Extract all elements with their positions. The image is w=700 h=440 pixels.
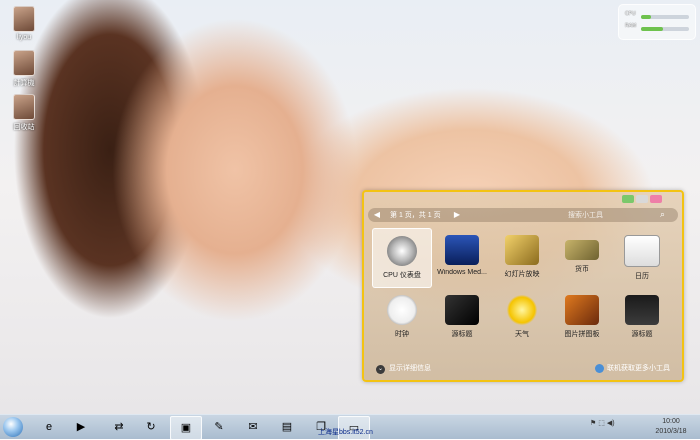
recycle-bin-icon [13, 94, 35, 120]
gallery-footer: ⌄ 显示详细信息 联机获取更多小工具 [370, 360, 676, 376]
previous-page-icon[interactable]: ◀ [372, 210, 382, 220]
gallery-mini-green[interactable] [622, 195, 634, 203]
gadget-gallery-window: ◀ 第 1 页，共 1 页 ▶ 搜索小工具 ⌕ CPU 仪表盘 Windows … [362, 190, 684, 382]
desktop-icon-user[interactable]: liyou [6, 6, 42, 41]
gadget-item[interactable]: 源标题 [432, 288, 492, 348]
cpu-meter-gadget[interactable]: CPU RAM [618, 4, 696, 40]
calendar-icon [624, 235, 660, 267]
gallery-mini-gray[interactable] [636, 195, 648, 203]
show-details-toggle[interactable]: ⌄ 显示详细信息 [376, 363, 431, 374]
network-icon[interactable]: ⇄ [104, 416, 134, 438]
gallery-nav-bar: ◀ 第 1 页，共 1 页 ▶ 搜索小工具 ⌕ [368, 208, 678, 222]
gadget-item[interactable]: 时钟 [372, 288, 432, 348]
headlines-icon [625, 295, 659, 325]
gadget-grid: CPU 仪表盘 Windows Med... 幻灯片放映 货币 日历 时钟 源标… [372, 228, 672, 348]
ram-label: RAM [625, 23, 637, 29]
desktop-icon-label: liyou [16, 34, 32, 41]
globe-icon [595, 363, 604, 373]
slideshow-icon [505, 235, 539, 265]
desktop-icon-label: 回收站 [13, 124, 35, 131]
computer-icon [13, 50, 35, 76]
cpu-gauge-icon [387, 236, 417, 266]
flag-icon[interactable]: ⚑ [590, 420, 596, 427]
volume-icon[interactable]: ◀) [607, 420, 615, 427]
gadget-item[interactable]: 日历 [612, 228, 672, 288]
gadget-item[interactable]: 幻灯片放映 [492, 228, 552, 288]
media-center-icon [445, 235, 479, 265]
gadget-label: 图片拼图板 [564, 331, 600, 338]
gadget-label: 源标题 [451, 331, 473, 338]
gadget-item[interactable]: 天气 [492, 288, 552, 348]
gallery-icon[interactable]: ▤ [272, 416, 302, 438]
desktop-icon-label: 計算機 [13, 80, 35, 87]
gadget-label: CPU 仪表盘 [383, 272, 421, 279]
gadget-label: 货币 [575, 266, 589, 273]
taskbar-watermark: 上海星bbs.it52.cn [318, 429, 373, 436]
weather-icon [507, 295, 537, 325]
gadget-item[interactable]: 源标题 [612, 288, 672, 348]
gadget-label: 源标题 [631, 331, 653, 338]
next-page-icon[interactable]: ▶ [452, 210, 462, 220]
gadget-label: Windows Med... [437, 269, 487, 276]
desktop-icon-recycle-bin[interactable]: 回收站 [6, 94, 42, 132]
ie-icon[interactable]: e [34, 416, 64, 438]
gadget-label: 幻灯片放映 [504, 271, 540, 278]
network-tray-icon[interactable]: ⬚ [598, 420, 605, 427]
refresh-icon[interactable]: ↻ [136, 416, 166, 438]
feed-headlines-icon [445, 295, 479, 325]
user-folder-icon [13, 6, 35, 32]
online-label: 联机获取更多小工具 [607, 365, 670, 372]
gadget-label: 天气 [515, 331, 529, 338]
chevron-down-icon: ⌄ [376, 365, 385, 374]
search-icon[interactable]: ⌕ [660, 209, 665, 220]
taskbar: e ▶ ⇄ ↻ ▣ ✎ ✉ ▤ ❐ ▭ 上海星bbs.it52.cn ⚑ ⬚ ◀… [0, 414, 700, 440]
start-button[interactable] [3, 417, 23, 437]
gadget-item[interactable]: 货币 [552, 228, 612, 288]
desktop-icon[interactable]: ▣ [170, 416, 202, 440]
currency-icon [565, 240, 599, 260]
gadget-item[interactable]: 图片拼图板 [552, 288, 612, 348]
gadget-label: 日历 [635, 273, 649, 280]
time-label: 10:00 [662, 418, 680, 425]
page-indicator: 第 1 页，共 1 页 [390, 212, 441, 219]
media-player-icon[interactable]: ▶ [66, 416, 96, 438]
paint-icon[interactable]: ✎ [204, 416, 234, 438]
system-tray[interactable]: ⚑ ⬚ ◀) [590, 419, 615, 427]
date-label: 2010/3/18 [655, 428, 687, 435]
photo-icon[interactable]: ✉ [238, 416, 268, 438]
details-label: 显示详细信息 [389, 365, 431, 372]
clock[interactable]: 10:00 2010/3/18 [648, 417, 694, 437]
gadget-label: 时钟 [395, 331, 409, 338]
gadget-item[interactable]: Windows Med... [432, 228, 492, 288]
cpu-bar [641, 15, 689, 19]
gallery-close-button[interactable] [650, 195, 662, 203]
cpu-label: CPU [625, 11, 636, 17]
desktop-icon-computer[interactable]: 計算機 [6, 50, 42, 88]
clock-icon [387, 295, 417, 325]
get-more-gadgets-link[interactable]: 联机获取更多小工具 [595, 363, 670, 373]
ram-bar [641, 27, 689, 31]
gadget-item[interactable]: CPU 仪表盘 [372, 228, 432, 288]
picture-puzzle-icon [565, 295, 599, 325]
search-input[interactable]: 搜索小工具 [568, 210, 603, 220]
